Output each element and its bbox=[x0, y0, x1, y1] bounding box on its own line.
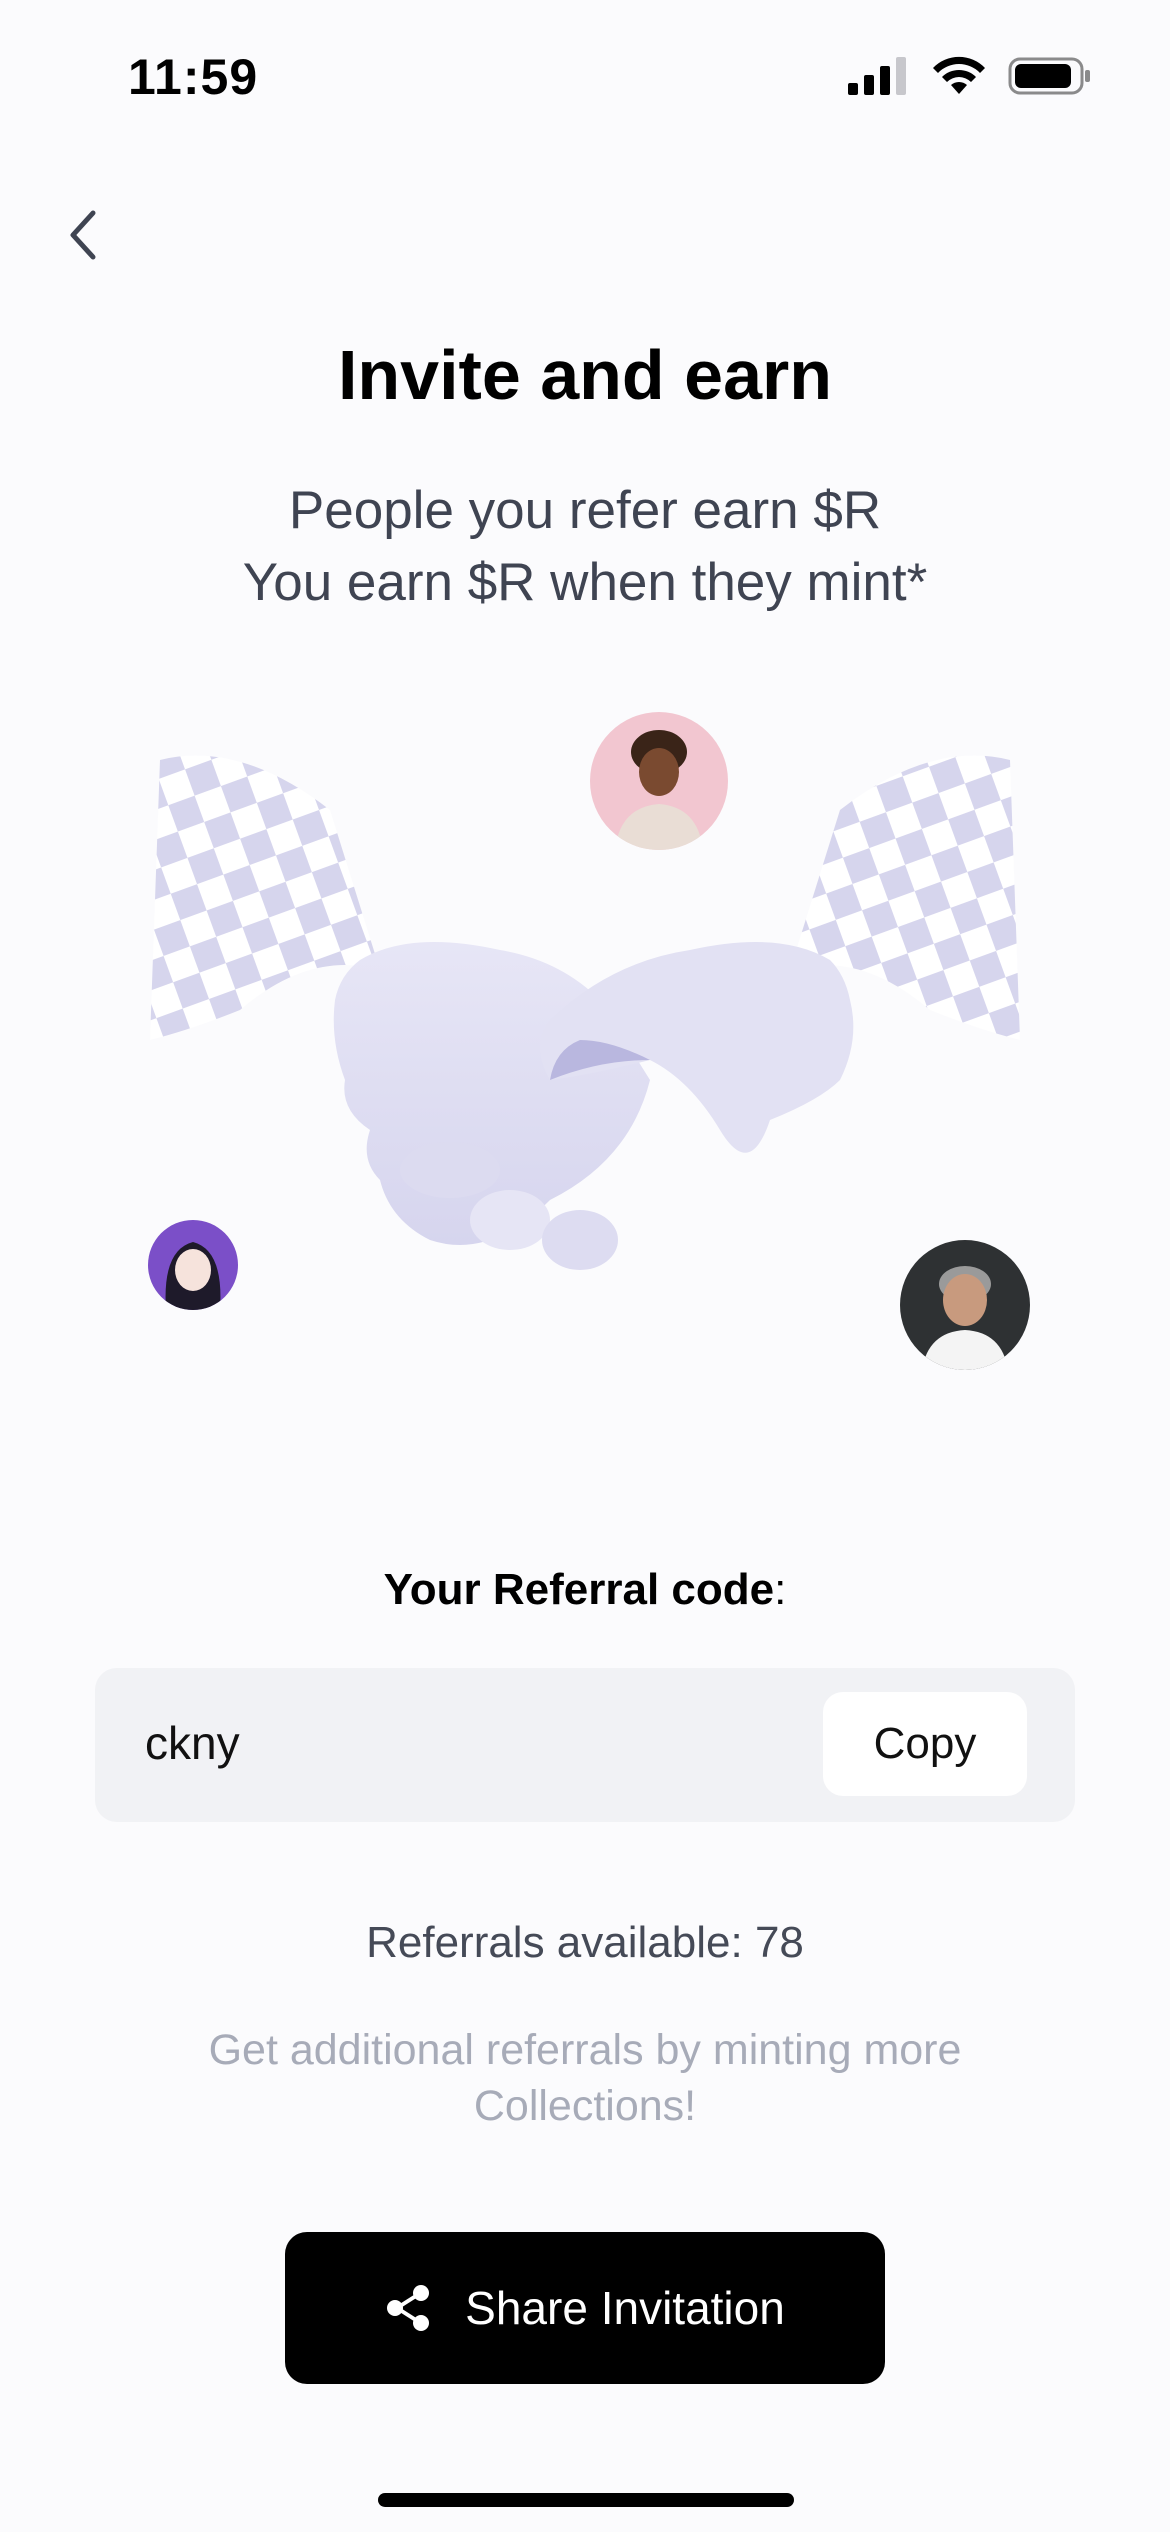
status-time: 11:59 bbox=[128, 49, 259, 105]
avatar-top bbox=[590, 712, 728, 850]
avatar-woman-image bbox=[590, 712, 728, 850]
subtitle: People you refer earn $R You earn $R whe… bbox=[0, 475, 1170, 619]
wifi-icon bbox=[933, 56, 985, 94]
referral-hint-line-1: Get additional referrals by minting more bbox=[208, 2026, 962, 2074]
referral-hint: Get additional referrals by minting more… bbox=[0, 2022, 1170, 2134]
copy-button[interactable]: Copy bbox=[823, 1692, 1027, 1796]
referral-hint-line-2: Collections! bbox=[473, 2082, 697, 2130]
referral-code-label: Your Referral code: bbox=[0, 1565, 1170, 1615]
cellular-signal-icon bbox=[848, 57, 906, 95]
subtitle-line-2: You earn $R when they mint* bbox=[242, 553, 928, 612]
status-bar: 11:59 bbox=[0, 0, 1170, 150]
avatar-left bbox=[148, 1220, 238, 1310]
page-title: Invite and earn bbox=[337, 336, 833, 414]
referral-code-box: ckny Copy bbox=[95, 1668, 1075, 1822]
avatar-right bbox=[900, 1240, 1030, 1370]
home-indicator bbox=[378, 2493, 794, 2507]
referrals-available: Referrals available: 78 bbox=[366, 1918, 804, 1967]
share-invitation-button[interactable]: Share Invitation bbox=[285, 2232, 885, 2384]
referral-code-value: ckny bbox=[145, 1717, 240, 1769]
referral-code-label-text: Your Referral code bbox=[383, 1565, 775, 1614]
chevron-left-icon bbox=[70, 210, 96, 260]
subtitle-line-1: People you refer earn $R bbox=[288, 481, 882, 540]
share-icon bbox=[387, 2285, 430, 2331]
referral-code-label-colon: : bbox=[774, 1565, 787, 1614]
avatar-anime-image bbox=[148, 1220, 238, 1310]
share-invitation-label: Share Invitation bbox=[465, 2282, 785, 2334]
back-button[interactable] bbox=[48, 200, 118, 270]
handshake-illustration bbox=[130, 700, 1040, 1390]
avatar-man-image bbox=[900, 1240, 1030, 1370]
battery-icon bbox=[1008, 57, 1090, 95]
status-icons bbox=[848, 56, 1092, 96]
